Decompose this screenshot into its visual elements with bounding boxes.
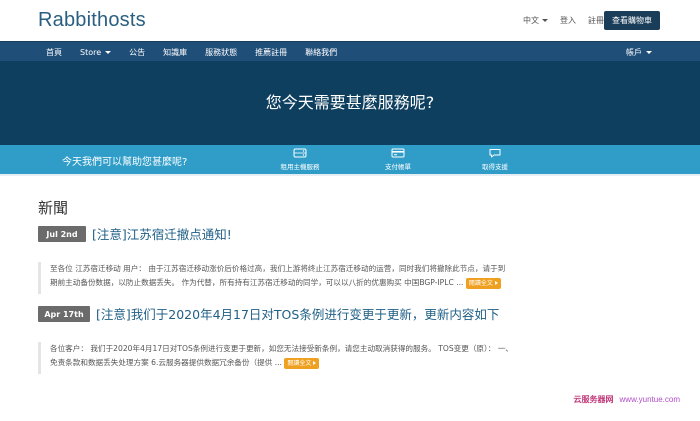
language-label: 中文 (523, 16, 539, 25)
site-header: Rabbithosts 中文 登入 註冊 查看購物車 (0, 0, 700, 41)
chat-bubble-icon (489, 149, 501, 158)
hero-banner: 您今天需要甚麼服務呢? (0, 61, 700, 145)
news-date-badge: Apr 17th (38, 306, 90, 322)
chevron-down-icon (542, 19, 548, 22)
chevron-down-icon (105, 50, 112, 54)
divider (0, 174, 700, 176)
news-snippet-line: 至各位 江苏宿迁移动 用户： 由于江苏宿迁移动涨价后价格过高，我们上游将终止江苏… (50, 264, 506, 273)
read-more-button[interactable]: 閱讀全文 (284, 357, 320, 369)
watermark: 云服务器网 www.yuntue.com (574, 394, 680, 405)
nav-item-affiliates[interactable]: 推薦註冊 (255, 47, 287, 58)
chevron-down-icon (646, 50, 652, 54)
server-icon (293, 148, 307, 158)
nav-item-contact[interactable]: 聯絡我們 (305, 47, 337, 58)
account-menu[interactable]: 帳戶 (626, 42, 652, 62)
account-label: 帳戶 (626, 47, 642, 57)
help-prompt: 今天我們可以幫助您甚麼呢? (62, 157, 188, 168)
help-item-get-support[interactable]: 取得支援 (455, 148, 535, 171)
read-more-button[interactable]: 閱讀全文 (465, 277, 501, 289)
language-selector[interactable]: 中文 (523, 15, 548, 26)
help-item-label: 租用主機服務 (280, 163, 320, 171)
chevron-right-icon (494, 281, 498, 285)
news-snippet-line-with-more: 免责条款和数据丢失处理方案 6.云服务器提供数据冗余备份（提供 ... 閱讀全文 (50, 356, 660, 370)
main-nav: 首頁 Store 公告 知識庫 服務狀態 推薦註冊 聯絡我們 帳戶 (0, 41, 700, 61)
nav-item-knowledgebase[interactable]: 知識庫 (163, 47, 187, 58)
register-link[interactable]: 註冊 (588, 15, 604, 26)
top-links: 中文 登入 註冊 (523, 15, 604, 26)
nav-item-store[interactable]: Store (80, 47, 112, 57)
news-snippet-line: 各位客户： 我们于2020年4月17日对TOS条例进行变更于更新，如您无法接受新… (50, 344, 514, 353)
news-title-link[interactable]: [注意]江苏宿迁撤点通知! (92, 224, 232, 243)
nav-item-service-status[interactable]: 服務狀態 (205, 47, 237, 58)
news-snippet: 各位客户： 我们于2020年4月17日对TOS条例进行变更于更新，如您无法接受新… (38, 342, 660, 374)
view-cart-button[interactable]: 查看購物車 (604, 11, 660, 30)
nav-item-store-label: Store (80, 47, 102, 57)
news-snippet-line: 免责条款和数据丢失处理方案 6.云服务器提供数据冗余备份（提供 ... (50, 358, 282, 367)
help-item-label: 支付帳單 (385, 163, 411, 171)
help-band: 今天我們可以幫助您甚麼呢? 租用主機服務 支付帳單 取得支援 (0, 145, 700, 174)
news-heading: 新聞 (38, 199, 69, 217)
nav-item-announcements[interactable]: 公告 (129, 47, 145, 58)
login-link[interactable]: 登入 (560, 15, 576, 26)
site-logo[interactable]: Rabbithosts (38, 9, 146, 32)
help-item-pay-invoice[interactable]: 支付帳單 (358, 148, 438, 171)
watermark-url: www.yuntue.com (619, 395, 680, 404)
help-item-order-hosting[interactable]: 租用主機服務 (260, 148, 340, 171)
hero-title: 您今天需要甚麼服務呢? (265, 93, 435, 112)
read-more-label: 閱讀全文 (287, 359, 312, 367)
news-title-link[interactable]: [注意]我们于2020年4月17日对TOS条例进行变更于更新，更新内容如下 (96, 304, 499, 323)
nav-item-home[interactable]: 首頁 (46, 47, 62, 58)
help-item-label: 取得支援 (482, 163, 508, 171)
watermark-cn: 云服务器网 (573, 395, 614, 404)
news-snippet-line-with-more: 期前主动备份数据，以防止数据丢失。 作为代替，所有持有江苏宿迁移动的同学，可以以… (50, 276, 660, 290)
news-snippet: 至各位 江苏宿迁移动 用户： 由于江苏宿迁移动涨价后价格过高，我们上游将终止江苏… (38, 262, 660, 294)
credit-card-icon (391, 148, 405, 158)
news-snippet-line: 期前主动备份数据，以防止数据丢失。 作为代替，所有持有江苏宿迁移动的同学，可以以… (50, 278, 464, 287)
chevron-right-icon (313, 361, 317, 365)
news-date-badge: Jul 2nd (38, 226, 86, 242)
read-more-label: 閱讀全文 (468, 279, 493, 287)
